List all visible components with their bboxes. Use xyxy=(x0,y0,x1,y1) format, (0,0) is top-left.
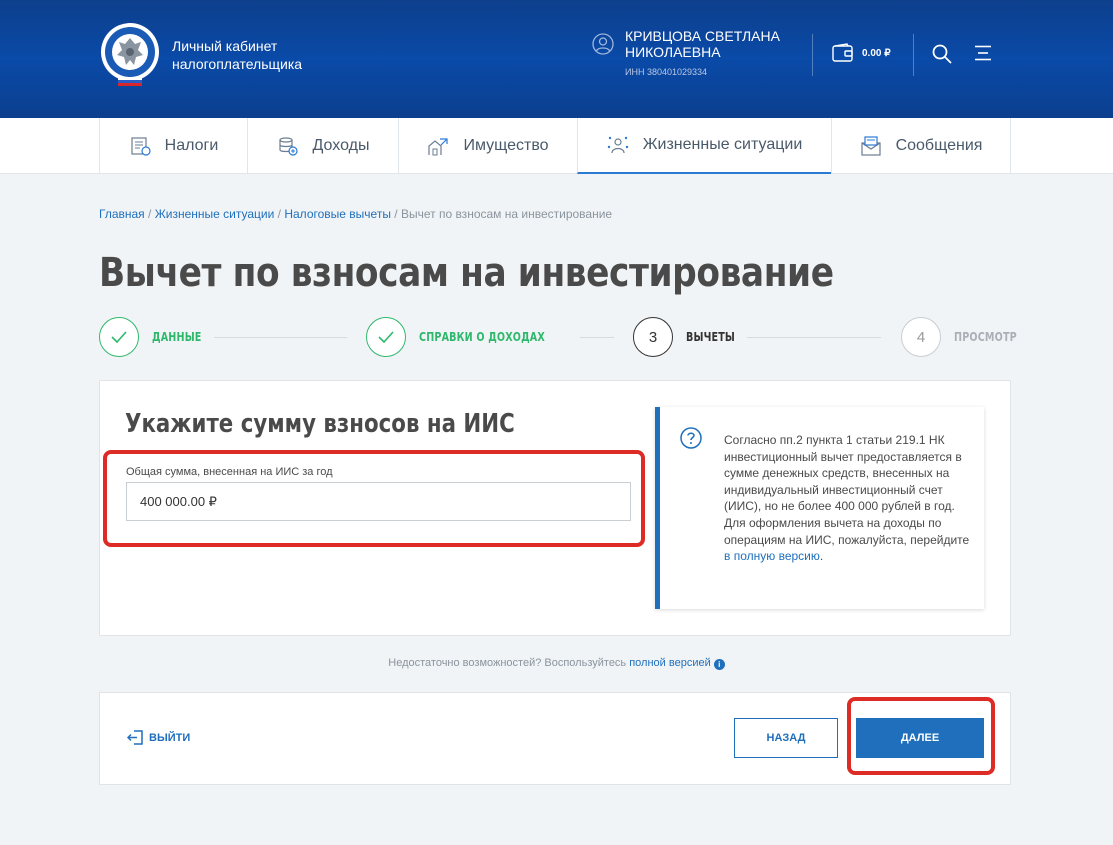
info-tail: . xyxy=(819,549,824,564)
check-icon xyxy=(378,331,394,343)
wallet-icon[interactable] xyxy=(832,43,854,63)
step-3-label: ВЫЧЕТЫ xyxy=(686,330,736,344)
step-connector xyxy=(580,337,614,338)
brand-line-2: налогоплательщика xyxy=(172,56,303,72)
breadcrumb-home[interactable]: Главная xyxy=(99,207,145,221)
back-button[interactable]: НАЗАД xyxy=(734,718,838,758)
brand-line-1: Личный кабинет xyxy=(172,38,278,54)
step-1-done-circle[interactable] xyxy=(99,317,139,357)
breadcrumb: Главная / Жизненные ситуации / Налоговые… xyxy=(99,207,612,221)
nav-item-messages[interactable]: Сообщения xyxy=(831,118,1011,174)
hamburger-menu-icon[interactable] xyxy=(974,45,992,61)
info-icon[interactable]: i xyxy=(713,659,725,670)
exit-button[interactable]: ВЫЙТИ xyxy=(127,729,190,746)
step-4-label: ПРОСМОТР xyxy=(954,330,1017,344)
full-version-hint: Недостаточно возможностей? Воспользуйтес… xyxy=(0,657,1113,670)
highlight-annotation xyxy=(847,697,995,775)
life-situations-icon xyxy=(607,136,628,154)
step-4-future-circle: 4 xyxy=(901,317,941,357)
search-icon[interactable] xyxy=(932,44,952,64)
logout-icon xyxy=(127,730,143,745)
nav-item-life-situations[interactable]: Жизненные ситуации xyxy=(577,118,831,174)
user-inn: ИНН 380401029334 xyxy=(625,67,708,77)
step-2-label[interactable]: СПРАВКИ О ДОХОДАХ xyxy=(419,330,545,344)
top-header: Личный кабинет налогоплательщика КРИВЦОВ… xyxy=(0,0,1113,118)
nav-label: Налоги xyxy=(164,137,219,154)
breadcrumb-current: Вычет по взносам на инвестирование xyxy=(400,207,613,221)
header-divider xyxy=(913,34,914,76)
step-connector xyxy=(747,337,881,338)
nav-item-income[interactable]: Доходы xyxy=(247,118,398,174)
user-name-line-1: КРИВЦОВА СВЕТЛАНА xyxy=(625,28,780,44)
full-version-hint-link[interactable]: полной версией xyxy=(629,657,711,669)
breadcrumb-tax-deductions[interactable]: Налоговые вычеты xyxy=(284,207,391,221)
nav-label: Сообщения xyxy=(895,137,983,154)
messages-icon xyxy=(860,136,881,156)
breadcrumb-separator: / xyxy=(274,207,285,221)
balance-amount[interactable]: 0.00 ₽ xyxy=(862,48,891,59)
step-3-current-circle: 3 xyxy=(633,317,673,357)
nav-label: Жизненные ситуации xyxy=(642,136,803,153)
nav-label: Доходы xyxy=(312,137,370,154)
exit-label: ВЫЙТИ xyxy=(149,731,191,744)
fns-emblem-logo[interactable] xyxy=(99,22,161,86)
breadcrumb-separator: / xyxy=(144,207,155,221)
user-name-line-2: НИКОЛАЕВНА xyxy=(625,44,721,60)
brand-title[interactable]: Личный кабинет налогоплательщика xyxy=(172,37,332,73)
question-icon xyxy=(680,427,702,449)
user-name[interactable]: КРИВЦОВА СВЕТЛАНА НИКОЛАЕВНА xyxy=(625,28,805,60)
full-version-link[interactable]: в полную версию xyxy=(724,549,820,563)
check-icon xyxy=(111,331,127,343)
nav-label: Имущество xyxy=(463,137,549,154)
taxes-icon xyxy=(131,137,151,156)
income-icon xyxy=(278,137,298,156)
main-nav: Налоги Доходы Имущество Жизненные ситуац… xyxy=(0,118,1113,174)
breadcrumb-separator: / xyxy=(390,207,401,221)
step-connector xyxy=(214,337,347,338)
hint-text: Недостаточно возможностей? Воспользуйтес… xyxy=(388,657,630,669)
breadcrumb-life-situations[interactable]: Жизненные ситуации xyxy=(155,207,275,221)
header-divider xyxy=(812,34,813,76)
page-title: Вычет по взносам на инвестирование xyxy=(99,250,834,296)
highlight-annotation xyxy=(103,450,645,547)
info-text: Согласно пп.2 пункта 1 статьи 219.1 НК и… xyxy=(724,432,974,565)
property-icon xyxy=(428,138,449,156)
nav-item-property[interactable]: Имущество xyxy=(398,118,577,174)
step-1-label[interactable]: ДАННЫЕ xyxy=(152,330,202,344)
info-body: Согласно пп.2 пункта 1 статьи 219.1 НК и… xyxy=(724,433,970,547)
nav-item-taxes[interactable]: Налоги xyxy=(99,118,247,174)
form-title: Укажите сумму взносов на ИИС xyxy=(125,409,515,439)
user-avatar-icon[interactable] xyxy=(592,33,614,55)
step-2-done-circle[interactable] xyxy=(366,317,406,357)
